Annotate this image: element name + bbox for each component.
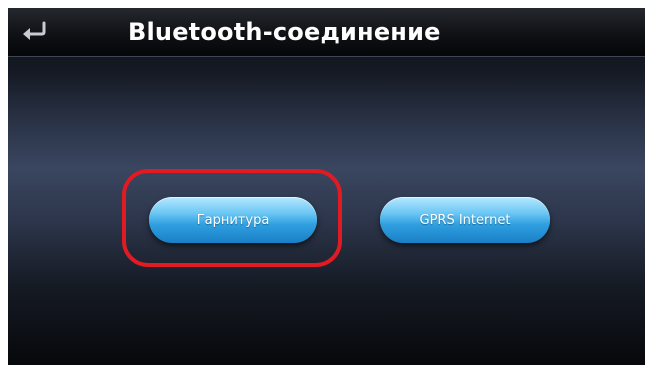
bluetooth-screen: Bluetooth-соединение Гарнитура GPRS Inte… bbox=[8, 8, 645, 365]
gprs-internet-button[interactable]: GPRS Internet bbox=[380, 197, 550, 243]
title-bar: Bluetooth-соединение bbox=[8, 8, 645, 57]
back-button[interactable] bbox=[14, 18, 54, 48]
headset-button[interactable]: Гарнитура bbox=[149, 197, 317, 243]
page-title: Bluetooth-соединение bbox=[128, 18, 441, 46]
return-arrow-icon bbox=[20, 21, 48, 45]
